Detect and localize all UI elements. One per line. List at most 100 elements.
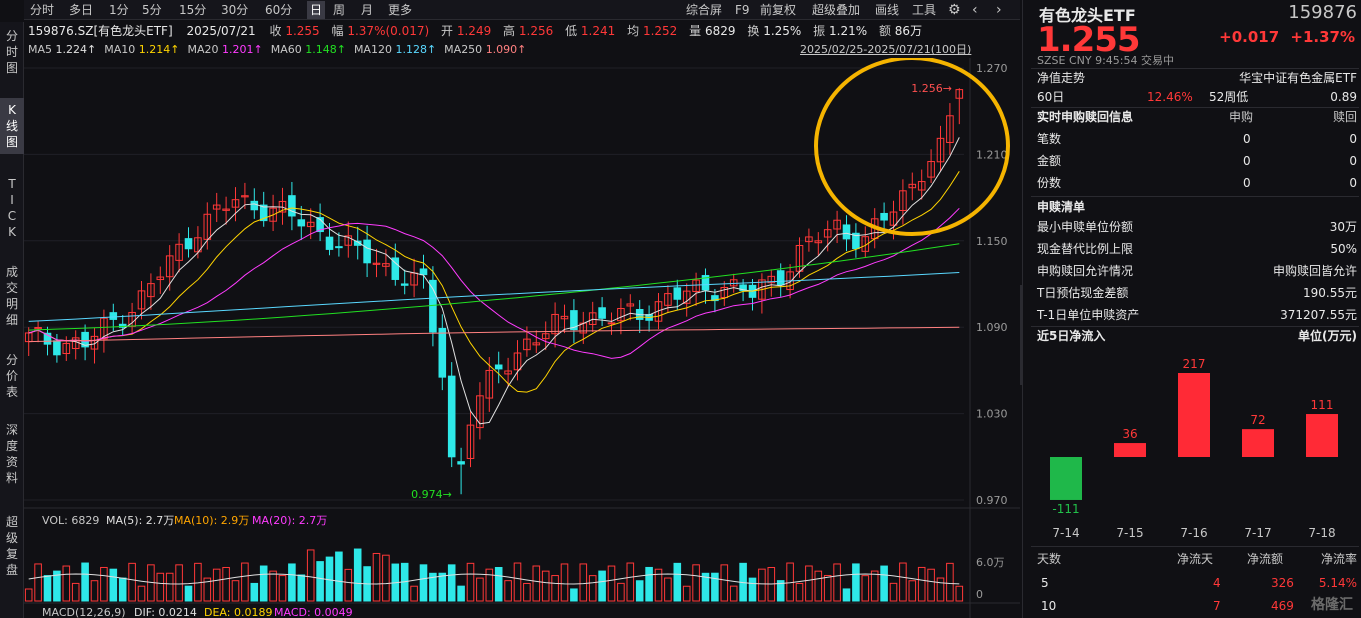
open-label: 开 [441,24,454,38]
candle-body [363,239,371,264]
left-nav-item-6[interactable]: 超级复盘 [0,510,24,582]
stats-days: 5 [1041,576,1049,590]
tool-button-2[interactable]: 前复权 [760,1,796,19]
date-range-label[interactable]: 2025/02/25-2025/07/21(100日) [800,42,971,58]
volume-bar [682,585,691,602]
volume-bar [231,580,240,602]
list-label: T日预估现金差额 [1037,286,1129,300]
close-value: 1.255 [285,24,320,38]
kline-chart-area[interactable]: 1.270 1.210 1.150 1.090 1.030 0.970 1.256→ 0.97… [24,56,1020,618]
period-button-9[interactable]: 月 [361,1,373,19]
net-inflow-chart: -111 7-14 36 7-15 217 7-16 72 7-17 111 7-18 [1050,357,1338,540]
ma-value: 1.201↑ [221,43,263,56]
list-title: 申赎清单 [1037,200,1086,214]
chevron-left-icon[interactable]: ‹ [972,1,978,19]
volume-bar [222,566,230,602]
flow-bar-value: 36 [1122,427,1137,441]
left-nav-char: 超 [5,515,18,529]
period-button-5[interactable]: 30分 [221,1,248,19]
period-button-3[interactable]: 5分 [142,1,162,19]
left-nav-item-4[interactable]: 分价表 [0,348,24,404]
col-redeem: 赎回 [1332,110,1357,124]
flow-category-label: 7-16 [1180,526,1207,540]
market-meta: SZSE CNY 9:45:54 交易中 [1037,54,1174,67]
tool-button-5[interactable]: 工具 [912,1,936,19]
period-button-8[interactable]: 周 [333,1,345,19]
volume-bar [513,562,522,602]
period-button-1[interactable]: 多日 [69,1,93,19]
volume-bar [156,572,165,602]
volume-bar [814,570,823,602]
amp-value: 1.37%(0.017) [347,24,430,38]
ma-value: 1.090↑ [485,43,527,56]
volume-bar [447,564,456,602]
candle-body [880,212,888,221]
period-button-10[interactable]: 更多 [388,1,412,19]
volume-bar [758,568,766,602]
volume-bar [570,588,578,602]
stats-flow-days: 4 [1213,576,1221,590]
tool-button-3[interactable]: 超级叠加 [812,1,860,19]
candle-body [250,200,259,211]
realtime-label: 份数 [1037,176,1062,190]
ma-legend-item: MA5 1.224↑ [28,43,96,56]
realtime-buy: 0 [1243,132,1251,146]
left-nav-item-0[interactable]: 分时图 [0,24,24,80]
flow-bar [1306,414,1338,457]
avg-value: 1.252 [642,24,678,38]
w52-label: 52周低 [1209,90,1249,104]
turn-label: 换 [747,24,760,38]
high-value: 1.256 [518,24,554,38]
volume-bar [805,565,813,602]
swing-value: 1.21% [829,24,868,38]
tool-button-1[interactable]: F9 [735,1,750,19]
y-axis-label: 0.970 [976,494,1008,507]
volume-axis-top: 6.0万 [976,556,1005,569]
left-nav-item-5[interactable]: 深度资料 [0,418,24,490]
period-button-2[interactable]: 1分 [109,1,129,19]
volume-bar [410,585,418,602]
volume-bar [607,565,616,602]
left-nav-item-2[interactable]: TICK [0,172,24,244]
volume-bar [861,575,870,602]
y-axis-label: 1.210 [976,148,1008,161]
realtime-redeem: 0 [1349,132,1357,146]
volume-bar [541,570,550,602]
gear-icon[interactable]: ⚙ [948,1,961,19]
stats-rate: 5.14% [1318,576,1357,590]
left-vertical-nav: 分时图 K线图 TICK 成交明细分价表深度资料超级复盘 [0,22,24,618]
volume-bar [109,568,118,602]
volume-bar [353,548,362,602]
tool-button-0[interactable]: 综合屏 [686,1,722,19]
volume-bar [635,580,644,602]
volume-bar [729,585,738,602]
tool-button-4[interactable]: 画线 [875,1,899,19]
candle-body [297,219,306,227]
left-nav-char: I [10,193,14,207]
left-nav-char: 分 [5,29,18,43]
left-nav-item-3[interactable]: 成交明细 [0,260,24,332]
volume-axis-zero: 0 [976,588,983,601]
volume-bar [795,582,804,602]
candle-body [325,236,334,250]
period-button-6[interactable]: 60分 [265,1,292,19]
kline-chart-svg[interactable]: 1.270 1.210 1.150 1.090 1.030 0.970 1.256→ 0.97… [24,56,1020,618]
flow-bar [1178,373,1210,457]
period-button-0[interactable]: 分时 [30,1,54,19]
high-label: 高 [503,24,516,38]
period-button-7[interactable]: 日 [307,1,326,19]
d60-label: 60日 [1037,90,1065,104]
ma-name: MA120 [353,43,396,56]
candle-body [447,375,456,458]
list-label: T-1日单位申赎资产 [1037,308,1140,322]
macd-value: MACD: 0.0049 [274,606,353,618]
left-nav-item-1[interactable]: K线图 [0,98,24,154]
volume-bar [598,570,606,602]
period-button-4[interactable]: 15分 [179,1,206,19]
change-value: +0.017 [1219,28,1280,46]
volume-bar [917,566,926,602]
close-label: 收 [269,24,282,38]
flow-category-label: 7-15 [1116,526,1143,540]
y-axis-label: 1.150 [976,235,1008,248]
chevron-right-icon[interactable]: › [996,1,1002,19]
